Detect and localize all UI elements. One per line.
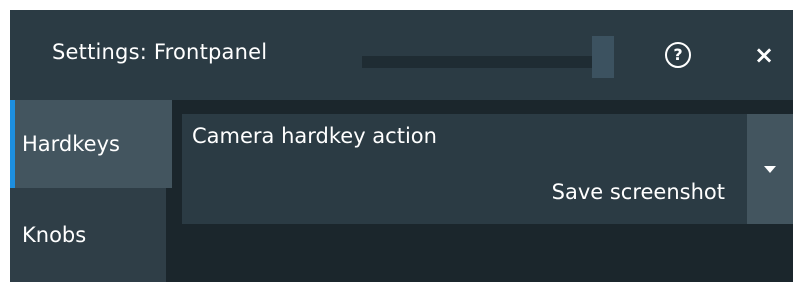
settings-sidebar: Hardkeys Knobs (10, 100, 172, 282)
close-icon[interactable]: × (751, 42, 777, 68)
field-value[interactable]: Save screenshot (552, 180, 725, 204)
dialog-titlebar[interactable]: Settings: Frontpanel ? × (10, 10, 793, 100)
drag-handle[interactable] (592, 36, 614, 78)
sidebar-item-knobs[interactable]: Knobs (10, 188, 166, 282)
caret-down-icon (764, 165, 776, 173)
drag-handle-track[interactable] (362, 56, 592, 68)
settings-dialog: Settings: Frontpanel ? × Hardkeys Knobs … (10, 10, 793, 282)
field-label: Camera hardkey action (192, 124, 437, 148)
sidebar-item-hardkeys[interactable]: Hardkeys (10, 100, 172, 188)
dropdown-button[interactable] (747, 114, 793, 224)
camera-hardkey-action-select[interactable]: Camera hardkey action Save screenshot (182, 114, 793, 224)
dialog-title: Settings: Frontpanel (52, 40, 268, 64)
sidebar-item-label: Hardkeys (22, 132, 120, 156)
help-icon[interactable]: ? (665, 42, 691, 68)
sidebar-item-label: Knobs (22, 223, 87, 247)
